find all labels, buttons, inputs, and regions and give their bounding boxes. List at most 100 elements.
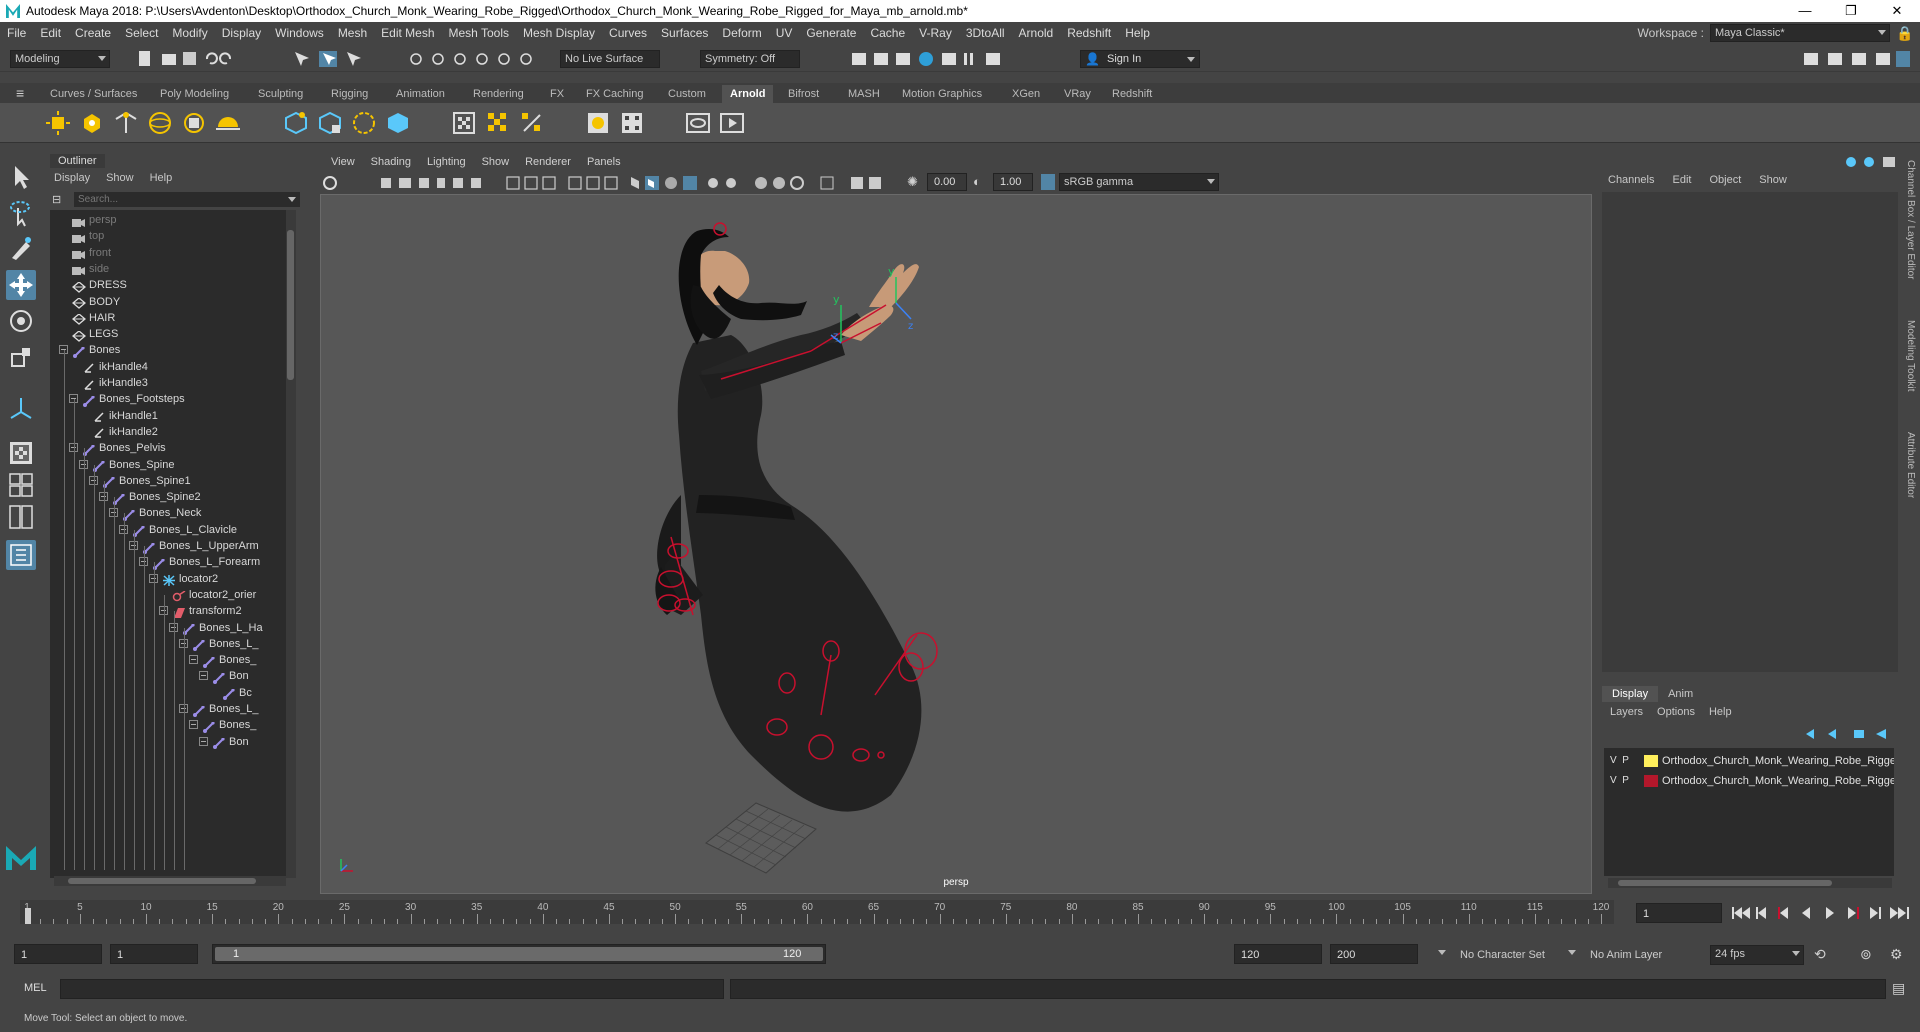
volume-icon[interactable] <box>350 109 378 137</box>
playback-start-field[interactable]: 1 <box>110 944 198 964</box>
script-editor-icon[interactable]: ▤ <box>1892 980 1905 996</box>
channels-menu-show[interactable]: Show <box>1759 174 1787 186</box>
outliner-menu-help[interactable]: Help <box>150 172 173 184</box>
shelf-tab-fx-caching[interactable]: FX Caching <box>578 85 651 103</box>
move-tool-button[interactable] <box>6 270 36 300</box>
menu-uv[interactable]: UV <box>769 26 800 40</box>
material-icon[interactable] <box>584 109 612 137</box>
menu-mesh[interactable]: Mesh <box>331 26 374 40</box>
area-light-icon[interactable] <box>44 109 72 137</box>
menu-vray[interactable]: V-Ray <box>912 26 959 40</box>
layer-row[interactable]: V P Orthodox_Church_Monk_Wearing_Robe_Ri… <box>1604 752 1894 770</box>
shelf-tab-rigging[interactable]: Rigging <box>323 85 376 103</box>
menu-3dtoall[interactable]: 3DtoAll <box>959 26 1012 40</box>
export-standin-icon[interactable] <box>316 109 344 137</box>
animation-end-field[interactable]: 200 <box>1330 944 1418 964</box>
sign-in-button[interactable]: 👤 Sign In <box>1080 50 1200 68</box>
menu-windows[interactable]: Windows <box>268 26 331 40</box>
fps-dropdown[interactable]: 24 fps <box>1710 945 1804 965</box>
collapse-icon[interactable] <box>189 655 198 665</box>
outliner-item[interactable]: Bon <box>199 732 249 752</box>
channel-box-header-icons[interactable] <box>1843 154 1903 170</box>
shelf-tab-xgen[interactable]: XGen <box>1004 85 1048 103</box>
collapse-icon[interactable] <box>199 736 208 746</box>
scrollbar-thumb[interactable] <box>287 230 294 380</box>
playback-controls[interactable] <box>1730 904 1916 922</box>
four-view-layout-icon[interactable] <box>6 470 36 500</box>
shelf-menu-icon[interactable]: ≡ <box>16 85 24 101</box>
exposure-field[interactable]: 0.00 <box>927 173 967 191</box>
menu-mesh-display[interactable]: Mesh Display <box>516 26 602 40</box>
menu-surfaces[interactable]: Surfaces <box>654 26 715 40</box>
mesh-light-icon[interactable] <box>78 109 106 137</box>
filter-icon[interactable]: ⊟ <box>52 192 61 208</box>
light-portal-icon[interactable] <box>180 109 208 137</box>
maximize-button[interactable]: ❐ <box>1828 0 1874 22</box>
minimize-button[interactable]: — <box>1782 0 1828 22</box>
shelf-tab-arnold[interactable]: Arnold <box>722 85 774 103</box>
layers-menu-options[interactable]: Options <box>1657 706 1695 718</box>
shelf-tab-poly-modeling[interactable]: Poly Modeling <box>152 85 237 103</box>
menu-edit[interactable]: Edit <box>33 26 68 40</box>
lock-icon[interactable]: 🔒 <box>1896 25 1913 41</box>
gamma-field[interactable]: 1.00 <box>993 173 1033 191</box>
channels-menu-object[interactable]: Object <box>1709 174 1741 186</box>
viewport-menu-view[interactable]: View <box>323 156 363 168</box>
menu-generate[interactable]: Generate <box>799 26 863 40</box>
color-space-dropdown[interactable]: sRGB gamma <box>1059 173 1219 191</box>
character-set-dropdown[interactable]: No Character Set <box>1436 945 1556 965</box>
menu-curves[interactable]: Curves <box>602 26 654 40</box>
viewport-toolbar-icons[interactable] <box>321 174 881 192</box>
flush-cache-icon[interactable] <box>518 109 546 137</box>
animation-start-field[interactable]: 1 <box>14 944 102 964</box>
layers-menu-layers[interactable]: Layers <box>1610 706 1643 718</box>
layer-row[interactable]: V P Orthodox_Church_Monk_Wearing_Robe_Ri… <box>1604 772 1894 790</box>
exposure-icon[interactable]: ✺ <box>907 174 918 190</box>
shelf-tab-bifrost[interactable]: Bifrost <box>780 85 827 103</box>
render-view-icon[interactable] <box>450 109 478 137</box>
layer-visibility-toggle[interactable]: V P <box>1610 752 1629 770</box>
snap-icons[interactable] <box>408 50 558 68</box>
menu-cache[interactable]: Cache <box>863 26 912 40</box>
last-tool-icon[interactable] <box>6 394 36 424</box>
auto-key-icon[interactable]: ⊚ <box>1860 946 1872 962</box>
viewport-menu-renderer[interactable]: Renderer <box>517 156 579 168</box>
mode-dropdown[interactable]: Modeling <box>10 50 110 68</box>
render-play-icon[interactable] <box>718 109 746 137</box>
viewport-menu-panels[interactable]: Panels <box>579 156 629 168</box>
lasso-tool-icon[interactable] <box>6 198 36 228</box>
layer-action-icons[interactable] <box>1802 726 1892 742</box>
layer-tab-anim[interactable]: Anim <box>1658 686 1703 702</box>
split-view-layout-icon[interactable] <box>6 502 36 532</box>
shelf-tab-rendering[interactable]: Rendering <box>465 85 532 103</box>
outliner-search-input[interactable]: Search... <box>74 192 300 207</box>
current-frame-field[interactable]: 1 <box>1636 903 1722 923</box>
time-slider-track[interactable]: 1510152025303540455055606570758085909510… <box>20 900 1614 924</box>
shelf-tab-animation[interactable]: Animation <box>388 85 453 103</box>
shelf-tab-vray[interactable]: VRay <box>1056 85 1099 103</box>
menu-mesh-tools[interactable]: Mesh Tools <box>442 26 516 40</box>
menu-select[interactable]: Select <box>118 26 165 40</box>
viewport-menu-shading[interactable]: Shading <box>363 156 419 168</box>
viewport-menu-lighting[interactable]: Lighting <box>419 156 474 168</box>
select-tool-icon[interactable] <box>6 162 36 192</box>
side-tab-modeling-toolkit[interactable]: Modeling Toolkit <box>1905 320 1916 392</box>
menu-arnold[interactable]: Arnold <box>1012 26 1061 40</box>
anim-layer-dropdown[interactable]: No Anim Layer <box>1566 945 1686 965</box>
paint-select-tool-icon[interactable] <box>6 234 36 264</box>
close-button[interactable]: ✕ <box>1874 0 1920 22</box>
layer-color-swatch[interactable] <box>1644 755 1658 767</box>
loop-icon[interactable]: ⟲ <box>1814 946 1826 962</box>
menu-deform[interactable]: Deform <box>715 26 768 40</box>
menu-file[interactable]: File <box>0 26 33 40</box>
menu-redshift[interactable]: Redshift <box>1060 26 1118 40</box>
side-tab-attribute-editor[interactable]: Attribute Editor <box>1905 432 1916 498</box>
viewport-menu-show[interactable]: Show <box>474 156 518 168</box>
shelf-tab-curves-surfaces[interactable]: Curves / Surfaces <box>42 85 145 103</box>
collapse-icon[interactable] <box>199 671 208 681</box>
playback-end-field[interactable]: 120 <box>1234 944 1322 964</box>
shelf-tab-sculpting[interactable]: Sculpting <box>250 85 311 103</box>
layer-horizontal-scrollbar[interactable] <box>1608 878 1892 888</box>
aov-icon[interactable] <box>618 109 646 137</box>
layer-tab-display[interactable]: Display <box>1602 686 1659 702</box>
